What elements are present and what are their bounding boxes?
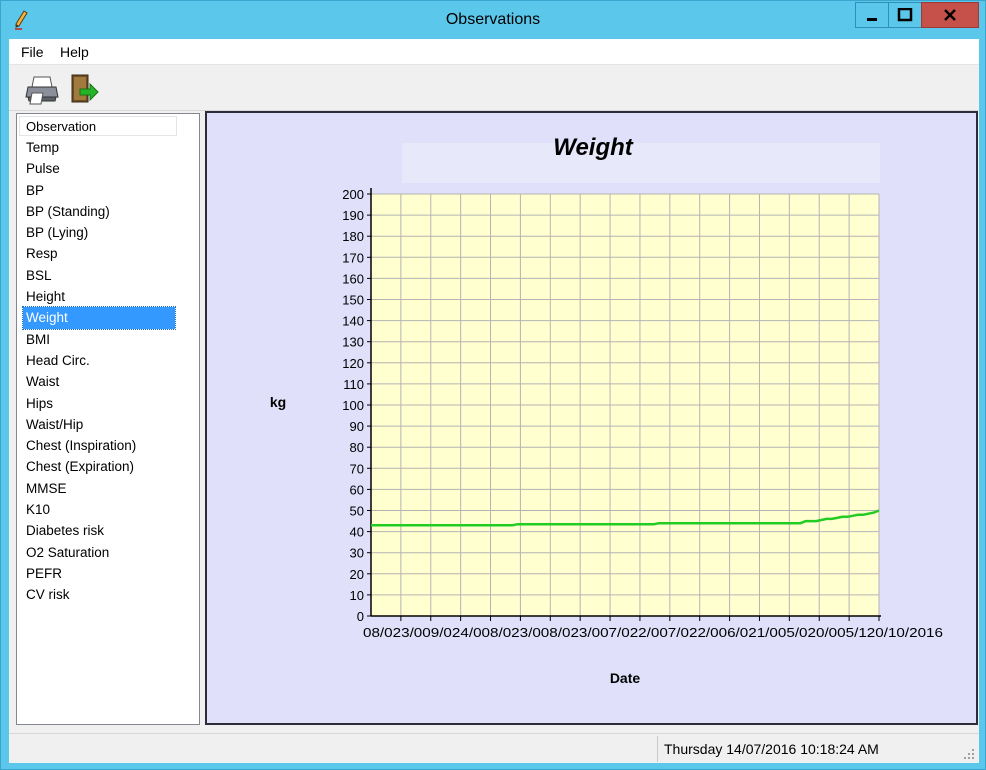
- status-datetime: Thursday 14/07/2016 10:18:24 AM: [657, 736, 953, 762]
- y-tick-label: 140: [342, 314, 364, 329]
- list-item-head-circ[interactable]: Head Circ.: [23, 350, 175, 371]
- y-tick-label: 60: [350, 482, 364, 497]
- list-item-cv-risk[interactable]: CV risk: [23, 584, 175, 605]
- minimize-button[interactable]: [855, 2, 889, 28]
- toolbar: [9, 65, 979, 111]
- chart-title-band: [402, 143, 880, 183]
- list-item-waist-hip[interactable]: Waist/Hip: [23, 414, 175, 435]
- y-tick-label: 130: [342, 335, 364, 350]
- chart-panel: Weight kg Date 0 10 20 30 40 50 60 70 80 90 100 110…: [205, 111, 978, 725]
- weight-chart: Weight kg Date 0 10 20 30 40 50 60 70 80 90 100 110…: [270, 134, 943, 686]
- list-item-bp-standing[interactable]: BP (Standing): [23, 201, 175, 222]
- y-tick-label: 100: [342, 398, 364, 413]
- y-tick-label: 50: [350, 504, 364, 519]
- list-item-pulse[interactable]: Pulse: [23, 158, 175, 179]
- maximize-icon: [897, 8, 913, 22]
- list-item-weight[interactable]: Weight: [22, 306, 176, 330]
- observation-list-items: Temp Pulse BP BP (Standing) BP (Lying) Resp BS…: [22, 137, 176, 606]
- y-tick-label: 120: [342, 356, 364, 371]
- list-item-resp[interactable]: Resp: [23, 243, 175, 264]
- close-icon: [944, 9, 956, 21]
- list-item-pefr[interactable]: PEFR: [23, 563, 175, 584]
- list-item-height[interactable]: Height: [23, 286, 175, 307]
- status-left-panel: [9, 734, 657, 762]
- list-item-bp[interactable]: BP: [23, 180, 175, 201]
- resize-grip-icon[interactable]: [961, 747, 975, 761]
- list-item-diabetes-risk[interactable]: Diabetes risk: [23, 520, 175, 541]
- list-item-chest-inspiration[interactable]: Chest (Inspiration): [23, 435, 175, 456]
- close-button[interactable]: [921, 2, 979, 28]
- client-area: File Help Observation Temp Pulse BP BP (Sta…: [9, 39, 979, 763]
- y-tick-label: 150: [342, 293, 364, 308]
- minimize-icon: [867, 18, 877, 21]
- y-tick-label: 190: [342, 208, 364, 223]
- status-bar: Thursday 14/07/2016 10:18:24 AM: [9, 733, 979, 763]
- y-tick-label: 80: [350, 440, 364, 455]
- list-item-temp[interactable]: Temp: [23, 137, 175, 158]
- y-tick-label: 70: [350, 461, 364, 476]
- menu-file[interactable]: File: [19, 44, 46, 60]
- menu-help[interactable]: Help: [58, 44, 91, 60]
- list-item-bp-lying[interactable]: BP (Lying): [23, 222, 175, 243]
- list-item-mmse[interactable]: MMSE: [23, 478, 175, 499]
- menu-bar: File Help: [9, 39, 979, 65]
- observation-list[interactable]: Observation Temp Pulse BP BP (Standing) BP (…: [16, 113, 200, 725]
- x-tick-labels: 08/023/009/024/008/023/008/023/007/022/0…: [363, 625, 943, 640]
- y-tick-label: 200: [342, 187, 364, 202]
- y-tick-label: 160: [342, 271, 364, 286]
- observation-column-header[interactable]: Observation: [19, 116, 177, 136]
- observations-window: Observations File Help Observation Temp …: [0, 0, 986, 770]
- y-tick-label: 40: [350, 525, 364, 540]
- chart-title: Weight: [553, 134, 634, 161]
- list-item-bmi[interactable]: BMI: [23, 329, 175, 350]
- y-tick-label: 30: [350, 546, 364, 561]
- x-axis-label: Date: [610, 670, 641, 686]
- list-item-hips[interactable]: Hips: [23, 393, 175, 414]
- list-item-chest-expiration[interactable]: Chest (Expiration): [23, 456, 175, 477]
- y-tick-label: 110: [343, 377, 364, 392]
- printer-icon[interactable]: [25, 73, 59, 105]
- y-tick-label: 170: [342, 250, 364, 265]
- plot-area: 0 10 20 30 40 50 60 70 80 90 100 110 120 130 140 150 160…: [342, 187, 943, 640]
- exit-door-icon[interactable]: [66, 73, 100, 105]
- y-tick-label: 10: [350, 588, 364, 603]
- y-axis-label: kg: [270, 394, 286, 410]
- maximize-button[interactable]: [888, 2, 922, 28]
- window-title: Observations: [445, 11, 541, 28]
- list-item-bsl[interactable]: BSL: [23, 265, 175, 286]
- list-item-o2-saturation[interactable]: O2 Saturation: [23, 542, 175, 563]
- y-tick-label: 180: [342, 229, 364, 244]
- y-tick-label: 0: [357, 609, 364, 624]
- y-tick-label: 20: [350, 567, 364, 582]
- list-item-waist[interactable]: Waist: [23, 371, 175, 392]
- list-item-k10[interactable]: K10: [23, 499, 175, 520]
- y-tick-label: 90: [350, 419, 364, 434]
- title-bar[interactable]: Observations: [1, 1, 985, 39]
